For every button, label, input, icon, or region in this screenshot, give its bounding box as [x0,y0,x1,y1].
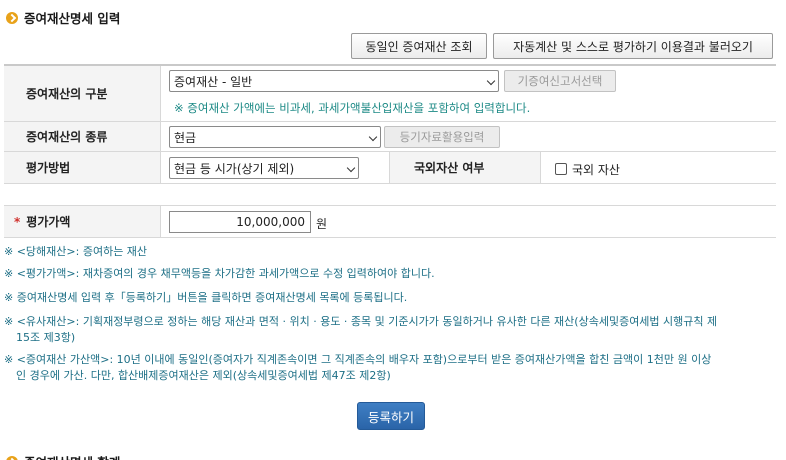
chevron-down-icon [368,132,378,142]
note-line: ※ <당해재산>: 증여하는 재산 [4,245,148,258]
chevron-down-icon [486,76,496,86]
category-select-value: 증여재산 - 일반 [174,74,253,89]
required-mark: * [14,214,21,229]
method-select[interactable]: 현금 등 시가(상기 제외) [169,157,359,179]
type-select-value: 현금 [174,130,197,145]
section-bullet-icon [6,455,18,460]
method-label: 평가방법 [4,152,161,183]
note-line: ※ <유사재산>: 기획재정부령으로 정하는 해당 재산과 면적 · 위치 · … [4,315,718,328]
same-person-gift-lookup-button[interactable]: 동일인 증여재산 조회 [351,33,487,59]
section-header: 증여재산명세 입력 [6,8,120,27]
prior-gift-report-select-button[interactable]: 기증여신고서선택 [504,70,616,92]
amount-unit: 원 [316,217,328,231]
category-label: 증여재산의 구분 [4,66,161,121]
row-method: 평가방법 현금 등 시가(상기 제외) 국외자산 여부 국외 자산 [4,152,776,184]
section-title: 증여재산명세 입력 [24,11,121,26]
row-category: 증여재산의 구분 증여재산 - 일반 기증여신고서선택 ※ 증여재산 가액에는 … [4,66,776,122]
next-section-header: 증여재산명세 합계 [6,452,120,460]
row-spacer [4,184,776,206]
method-select-value: 현금 등 시가(상기 제외) [174,161,295,176]
next-section-title: 증여재산명세 합계 [24,452,120,460]
row-type: 증여재산의 종류 현금 등기자료활용입력 [4,122,776,152]
section-bullet-icon [6,11,18,24]
note-line: ※ 증여재산명세 입력 후「등록하기」버튼을 클릭하면 증여재산명세 목록에 등… [4,291,408,304]
note-line: ※ <증여재산 가산액>: 10년 이내에 동일인(증여자가 직계존속이면 그 … [4,353,712,366]
note-line: 인 경우에 가산. 다만, 합산배제증여재산은 제외(상속세및증여세법 제47조… [16,369,391,382]
foreign-asset-checkbox[interactable] [555,163,567,175]
foreign-asset-label: 국외자산 여부 [389,152,541,183]
foreign-asset-checkbox-label[interactable]: 국외 자산 [572,161,620,178]
register-button[interactable]: 등록하기 [357,402,425,430]
type-label: 증여재산의 종류 [4,122,161,151]
amount-label-cell: * 평가가액 [4,206,161,237]
category-select[interactable]: 증여재산 - 일반 [169,70,499,92]
amount-input[interactable]: 10,000,000 [169,211,311,233]
note-line: ※ <평가가액>: 재차증여의 경우 채무액등을 차가감한 과세가액으로 수정 … [4,267,435,280]
category-note: ※ 증여재산 가액에는 비과세, 과세가액불산입재산을 포함하여 입력합니다. [174,101,531,115]
row-amount: * 평가가액 10,000,000 원 [4,206,776,238]
registry-data-input-button[interactable]: 등기자료활용입력 [384,126,500,148]
chevron-down-icon [346,163,356,173]
type-select[interactable]: 현금 [169,126,381,148]
amount-label: 평가가액 [26,215,71,229]
note-line: 15조 제3항) [16,331,76,344]
gift-property-form: 증여재산의 구분 증여재산 - 일반 기증여신고서선택 ※ 증여재산 가액에는 … [4,64,776,238]
load-auto-calc-results-button[interactable]: 자동계산 및 스스로 평가하기 이용결과 불러오기 [493,33,773,59]
